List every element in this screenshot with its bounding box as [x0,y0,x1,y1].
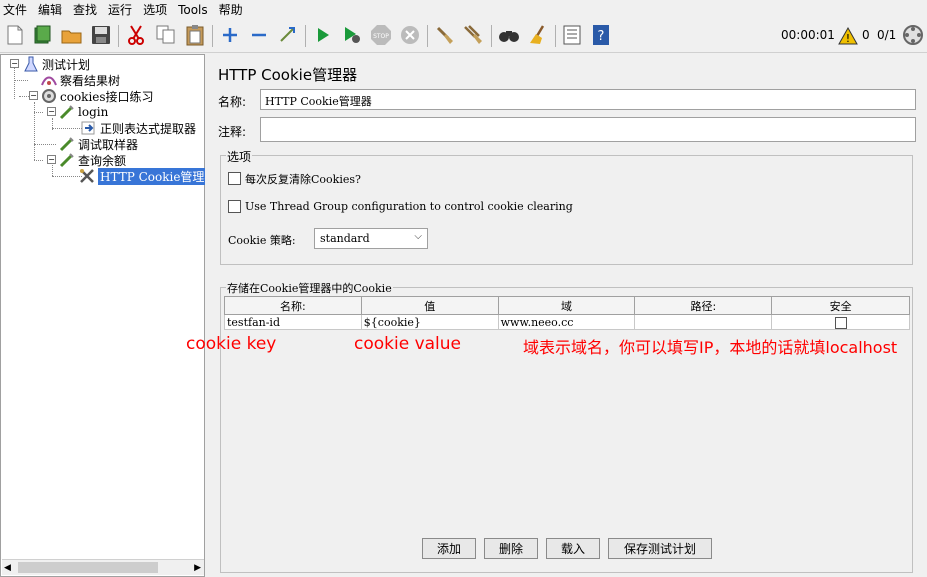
tree-item-query-balance[interactable]: 查询余额 [59,152,126,168]
tree-item-cookie-manager[interactable]: HTTP Cookie管理器 [79,167,219,185]
tree-expander[interactable]: − [47,107,56,116]
menu-options[interactable]: 选项 [143,1,167,18]
test-plan-icon [23,56,39,72]
name-label: 名称: [218,95,247,109]
stored-cookies-group: 存储在Cookie管理器中的Cookie 名称: 值 域 路径: 安全 test… [220,280,913,573]
test-plan-tree[interactable]: − − − − 测试计划 察看结果树 cookies接口练习 login 正则表… [0,54,219,577]
listener-icon [41,72,57,88]
function-helper-icon[interactable] [561,24,583,46]
menu-search[interactable]: 查找 [73,1,97,18]
name-field[interactable]: HTTP Cookie管理器 [260,89,916,110]
cookie-value-cell[interactable]: ${cookie} [360,314,499,330]
tree-item-login[interactable]: login [59,104,108,120]
menu-edit[interactable]: 编辑 [38,1,62,18]
menu-tools[interactable]: Tools [178,3,208,17]
start-no-pause-icon[interactable] [341,24,363,46]
scrollbar-thumb[interactable] [18,562,158,573]
annotation-cookie-key: cookie key [186,334,277,354]
menu-file[interactable]: 文件 [3,1,27,18]
scroll-left-icon[interactable]: ◀ [4,563,11,573]
thread-group-icon [41,88,57,104]
options-title: 选项 [226,148,253,165]
options-group: 选项 每次反复清除Cookies? Use Thread Group confi… [220,148,913,265]
thread-count: 0/1 [877,28,897,42]
shutdown-icon[interactable] [399,24,421,46]
secure-checkbox[interactable] [834,316,847,329]
open-icon[interactable] [61,24,83,46]
cut-icon[interactable] [125,24,147,46]
sampler-icon [59,152,75,168]
page-title: HTTP Cookie管理器 [218,66,358,84]
remote-status-icon [902,24,924,46]
tree-item-debug-sampler[interactable]: 调试取样器 [59,136,138,152]
tree-item-regex-extractor[interactable]: 正则表达式提取器 [81,120,196,136]
clear-icon[interactable] [433,24,455,46]
tree-expander[interactable]: − [10,59,19,68]
tree-expander[interactable]: − [29,91,38,100]
elapsed-timer: 00:00:01 [781,28,835,42]
annotation-domain: 域表示域名，你可以填写IP，本地的话就填localhost [523,338,898,357]
save-test-plan-button[interactable]: 保存测试计划 [608,538,712,559]
cookie-manager-panel: HTTP Cookie管理器 名称: HTTP Cookie管理器 注释: 选项… [210,54,927,577]
copy-icon[interactable] [155,24,177,46]
reset-search-icon[interactable] [527,24,549,46]
menu-help[interactable]: 帮助 [219,1,243,18]
tree-item-view-results[interactable]: 察看结果树 [41,72,120,88]
cookie-table: 名称: 值 域 路径: 安全 testfan-id ${cookie} www.… [224,296,910,330]
menu-bar: 文件 编辑 查找 运行 选项 Tools 帮助 [0,0,927,19]
tree-expander[interactable]: − [47,155,56,164]
load-button[interactable]: 载入 [546,538,600,559]
tree-item-thread-group[interactable]: cookies接口练习 [41,88,154,104]
start-icon[interactable] [312,24,334,46]
sampler-icon [59,136,75,152]
new-icon[interactable] [4,24,26,46]
column-header-name[interactable]: 名称: [224,296,362,315]
column-header-path[interactable]: 路径: [634,296,773,315]
svg-text:?: ? [598,29,605,44]
clear-each-iteration-checkbox[interactable] [228,172,241,185]
use-thread-group-label: Use Thread Group configuration to contro… [245,200,573,213]
scroll-right-icon[interactable]: ▶ [194,563,201,573]
use-thread-group-checkbox[interactable] [228,200,241,213]
config-icon [79,168,95,184]
expand-icon[interactable] [219,24,241,46]
delete-button[interactable]: 删除 [484,538,538,559]
comment-label: 注释: [218,125,247,139]
help-icon[interactable]: ? [590,24,612,46]
svg-text:STOP: STOP [373,33,389,40]
tree-horizontal-scrollbar[interactable]: ◀ ▶ [2,559,204,575]
cookie-domain-cell[interactable]: www.neeo.cc [497,314,636,330]
warning-count: 0 [862,28,870,42]
chevron-down-icon: ⌵ [414,231,422,242]
extractor-icon [81,120,97,136]
clear-all-icon[interactable] [462,24,484,46]
sampler-icon [59,104,75,120]
cookie-policy-label: Cookie 策略: [228,234,296,247]
add-button[interactable]: 添加 [422,538,476,559]
cookie-name-cell[interactable]: testfan-id [224,314,362,330]
toggle-icon[interactable] [277,24,299,46]
comment-field[interactable] [260,117,916,142]
paste-icon[interactable] [184,24,206,46]
table-row[interactable]: testfan-id ${cookie} www.neeo.cc [224,314,910,330]
menu-run[interactable]: 运行 [108,1,132,18]
search-icon[interactable] [498,24,520,46]
stored-cookies-title: 存储在Cookie管理器中的Cookie [226,280,393,296]
svg-text:!: ! [846,32,850,45]
stop-icon[interactable]: STOP [370,24,392,46]
cookie-secure-cell[interactable] [771,314,910,330]
tree-item-test-plan[interactable]: 测试计划 [23,56,90,72]
column-header-value[interactable]: 值 [360,296,499,315]
warning-icon[interactable]: ! [837,25,859,47]
column-header-secure[interactable]: 安全 [771,296,910,315]
templates-icon[interactable] [31,24,53,46]
toolbar: STOP ? 00:00:01 ! 0 0/1 [0,19,927,53]
clear-each-iteration-label: 每次反复清除Cookies? [245,173,361,186]
collapse-icon[interactable] [248,24,270,46]
cookie-path-cell[interactable] [634,314,773,330]
annotation-cookie-value: cookie value [354,334,462,354]
save-icon[interactable] [90,24,112,46]
cookie-policy-select[interactable]: standard ⌵ [314,228,428,249]
column-header-domain[interactable]: 域 [497,296,636,315]
